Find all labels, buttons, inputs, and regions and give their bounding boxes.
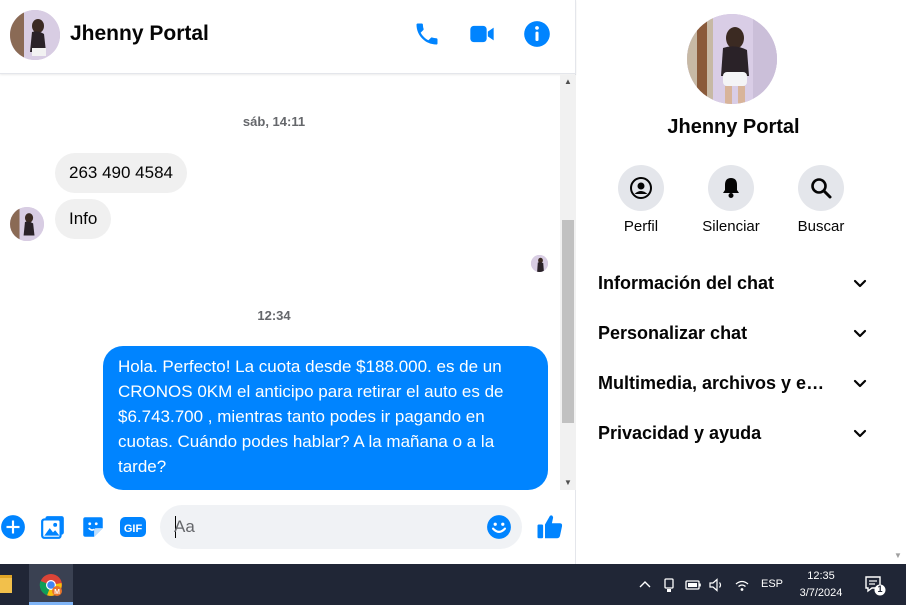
svg-text:M: M [54, 589, 60, 596]
incoming-message[interactable]: 263 490 4584 [55, 153, 187, 193]
profile-name: Jhenny Portal [667, 116, 800, 138]
chrome-icon: M [39, 574, 62, 596]
section-label: Multimedia, archivos y enlaces [598, 373, 834, 393]
search-icon[interactable] [798, 165, 844, 211]
section-media-files[interactable]: Multimedia, archivos y enlaces [598, 364, 874, 404]
info-icon[interactable] [523, 20, 551, 48]
page-scrollbar[interactable]: ▼ [890, 0, 906, 564]
gif-label: GIF [124, 523, 143, 535]
image-icon[interactable] [40, 514, 66, 540]
volume-icon[interactable] [708, 576, 726, 594]
chat-header: Jhenny Portal [0, 0, 576, 74]
input-language[interactable]: ESP [761, 578, 783, 590]
chevron-down-icon[interactable] [852, 276, 868, 297]
windows-taskbar: M ESP 12:35 3/7/2024 1 [0, 564, 906, 605]
message-list[interactable]: sáb, 14:11 263 490 4584 Info 12:34 Hola.… [0, 75, 560, 490]
search-label: Buscar [797, 218, 845, 235]
plus-circle-icon[interactable] [0, 514, 26, 540]
phone-icon[interactable] [413, 20, 441, 48]
notification-count: 1 [877, 584, 883, 594]
file-explorer-icon[interactable] [0, 575, 12, 593]
section-label: Información del chat [598, 273, 775, 293]
bell-icon[interactable] [708, 165, 754, 211]
like-icon[interactable] [535, 512, 565, 542]
seen-indicator-avatar [531, 255, 548, 272]
chevron-down-icon[interactable] [852, 326, 868, 347]
profile-label: Perfil [623, 218, 659, 235]
gif-icon[interactable]: GIF [119, 514, 147, 540]
sender-avatar[interactable] [10, 207, 44, 241]
mute-label: Silenciar [702, 218, 760, 235]
emoji-icon[interactable] [486, 514, 512, 540]
battery-icon[interactable] [684, 576, 702, 594]
clock-date[interactable]: 3/7/2024 [790, 587, 852, 599]
scroll-down-arrow-icon[interactable]: ▼ [890, 551, 906, 560]
clock-time[interactable]: 12:35 [796, 570, 846, 582]
search-button[interactable]: Buscar [776, 165, 866, 235]
section-label: Personalizar chat [598, 323, 748, 343]
chat-window: Jhenny Portal sáb, 14:11 263 490 4584 In… [0, 0, 576, 564]
contact-name[interactable]: Jhenny Portal [70, 22, 209, 46]
message-timestamp: sáb, 14:11 [242, 114, 306, 129]
message-input[interactable] [174, 515, 474, 539]
notification-icon[interactable]: 1 [864, 575, 888, 597]
sticker-icon[interactable] [80, 514, 106, 540]
contact-avatar[interactable] [10, 10, 60, 60]
message-input-container[interactable] [160, 505, 522, 549]
profile-icon[interactable] [618, 165, 664, 211]
wifi-icon[interactable] [733, 576, 751, 594]
chrome-taskbar-button[interactable]: M [29, 564, 73, 605]
profile-button[interactable]: Perfil [596, 165, 686, 235]
video-camera-icon[interactable] [468, 20, 496, 48]
message-timestamp: 12:34 [257, 308, 291, 323]
chevron-down-icon[interactable] [852, 376, 868, 397]
chat-details-panel: Jhenny Portal Perfil Silenciar Buscar In… [577, 0, 890, 564]
scroll-down-arrow-icon[interactable]: ▼ [560, 476, 576, 490]
outgoing-message[interactable]: Hola. Perfecto! La cuota desde $188.000.… [103, 346, 548, 490]
scroll-up-arrow-icon[interactable]: ▲ [560, 75, 576, 89]
mute-button[interactable]: Silenciar [686, 165, 776, 235]
profile-avatar[interactable] [687, 14, 777, 104]
device-icon[interactable] [660, 576, 678, 594]
section-customize-chat[interactable]: Personalizar chat [598, 314, 874, 354]
chevron-down-icon[interactable] [852, 426, 868, 447]
message-scrollbar[interactable]: ▲ ▼ [560, 75, 576, 490]
section-chat-info[interactable]: Información del chat [598, 264, 874, 304]
section-label: Privacidad y ayuda [598, 423, 762, 443]
chevron-up-icon[interactable] [636, 576, 654, 594]
incoming-message[interactable]: Info [55, 199, 112, 239]
section-privacy-help[interactable]: Privacidad y ayuda [598, 414, 874, 454]
scrollbar-thumb[interactable] [562, 220, 574, 423]
message-composer: GIF [0, 492, 576, 564]
